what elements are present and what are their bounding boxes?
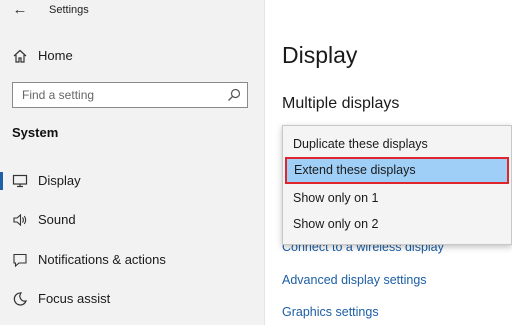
multiple-displays-heading: Multiple displays (282, 95, 400, 112)
dropdown-option-show-only-1[interactable]: Show only on 1 (283, 185, 511, 212)
title-bar: ← Settings (0, 0, 264, 24)
sidebar-item-label: Home (38, 48, 73, 63)
speaker-icon (13, 213, 27, 227)
dropdown-option-extend[interactable]: Extend these displays (285, 157, 509, 184)
sidebar-item-label: Focus assist (38, 291, 111, 306)
sidebar-item-label: Display (38, 173, 81, 188)
section-title: System (12, 125, 59, 140)
search-input[interactable] (13, 83, 227, 107)
selected-indicator (0, 172, 3, 190)
page-title: Display (282, 42, 358, 68)
sidebar-item-home[interactable]: Home (0, 41, 264, 71)
home-icon (13, 49, 27, 63)
app-title: Settings (49, 4, 89, 16)
sidebar-item-label: Sound (38, 212, 76, 227)
sidebar-item-label: Notifications & actions (38, 252, 166, 267)
dropdown-option-duplicate[interactable]: Duplicate these displays (283, 131, 511, 158)
graphics-settings-link[interactable]: Graphics settings (282, 305, 379, 319)
monitor-icon (12, 174, 28, 188)
sidebar-item-focus-assist[interactable]: Focus assist (0, 284, 264, 314)
sidebar: ← Settings Home System Display Sound (0, 0, 265, 325)
back-arrow-icon[interactable]: ← (10, 2, 30, 18)
search-box (12, 82, 248, 108)
advanced-display-settings-link[interactable]: Advanced display settings (282, 273, 427, 287)
moon-icon (13, 292, 27, 306)
sidebar-item-notifications[interactable]: Notifications & actions (0, 245, 264, 275)
search-icon[interactable] (226, 87, 242, 103)
dropdown-option-show-only-2[interactable]: Show only on 2 (283, 211, 511, 238)
sidebar-item-sound[interactable]: Sound (0, 205, 264, 235)
sidebar-item-display[interactable]: Display (0, 166, 264, 196)
multiple-displays-dropdown[interactable]: Duplicate these displays Extend these di… (282, 125, 512, 245)
notification-icon (13, 253, 27, 268)
